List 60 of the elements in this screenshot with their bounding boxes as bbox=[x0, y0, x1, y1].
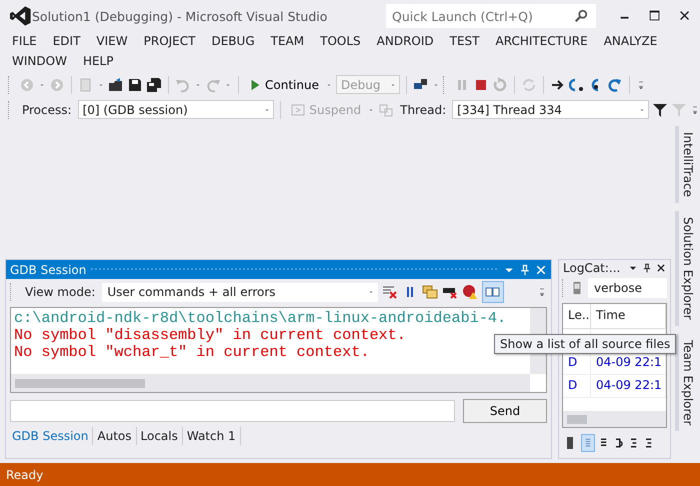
close-icon[interactable] bbox=[678, 9, 692, 23]
thread-label: Thread: bbox=[399, 102, 448, 116]
menu-item[interactable]: TEST bbox=[442, 32, 488, 50]
status-text: Ready bbox=[6, 468, 44, 482]
continue-button[interactable]: Continue bbox=[245, 76, 322, 94]
view-mode-dropdown[interactable]: User commands + all errors bbox=[102, 282, 378, 302]
side-tab[interactable]: IntelliTrace bbox=[675, 126, 697, 204]
output-line: No symbol "wchar_t" in current context. bbox=[14, 344, 370, 361]
save-icon[interactable] bbox=[127, 76, 143, 92]
save-all-icon[interactable] bbox=[146, 76, 162, 92]
open-folder-icon[interactable] bbox=[108, 76, 124, 92]
menu-item[interactable]: TEAM bbox=[262, 32, 312, 50]
column-header[interactable]: Time bbox=[591, 304, 666, 328]
column-header[interactable]: Le... bbox=[563, 304, 591, 328]
close-icon[interactable] bbox=[656, 262, 666, 274]
process-dropdown[interactable]: [0] (GDB session) bbox=[78, 100, 274, 119]
menu-item[interactable]: ARCHITECTURE bbox=[488, 32, 596, 50]
maximize-icon[interactable] bbox=[648, 9, 662, 23]
menu-item[interactable]: WINDOW bbox=[4, 52, 75, 70]
side-tab[interactable]: Solution Explorer bbox=[675, 211, 697, 326]
suspend-icon bbox=[290, 102, 306, 118]
panel-title: LogCat:... bbox=[563, 261, 620, 276]
command-input-field[interactable] bbox=[10, 400, 455, 422]
search-icon[interactable] bbox=[574, 9, 588, 23]
step-out-icon[interactable] bbox=[606, 76, 623, 92]
send-button[interactable]: Send bbox=[463, 399, 547, 423]
output-line: c:\android-ndk-r8d\toolchains\arm-linux-androideabi-4. bbox=[14, 310, 508, 327]
horizontal-scrollbar[interactable] bbox=[11, 374, 530, 392]
menu-item[interactable]: HELP bbox=[74, 52, 122, 70]
menu-item[interactable]: ANDROID bbox=[368, 32, 442, 50]
menu-item[interactable]: PROJECT bbox=[136, 32, 204, 50]
panel-tab[interactable]: GDB Session bbox=[8, 427, 94, 445]
panel-tab[interactable]: Autos bbox=[93, 427, 136, 445]
pin-icon[interactable] bbox=[642, 262, 652, 274]
horizontal-scrollbar[interactable] bbox=[563, 411, 666, 427]
panel-title: GDB Session bbox=[10, 262, 86, 276]
menu-item[interactable]: DEBUG bbox=[203, 32, 263, 50]
filter-icon[interactable] bbox=[652, 102, 668, 118]
process-label: Process: bbox=[20, 102, 73, 116]
clear-output-icon[interactable] bbox=[382, 284, 398, 300]
menu-item[interactable]: VIEW bbox=[88, 32, 136, 50]
thread-dropdown[interactable]: [334] Thread 334 bbox=[452, 100, 649, 119]
menu-item[interactable]: TOOLS bbox=[312, 32, 369, 50]
log-level-filter[interactable]: verbose bbox=[588, 278, 667, 298]
step-into-icon[interactable] bbox=[568, 76, 585, 92]
menu-item[interactable]: EDIT bbox=[44, 32, 88, 50]
view-mode-label: View mode: bbox=[24, 285, 96, 299]
quick-launch-field[interactable]: Quick Launch (Ctrl+Q) bbox=[386, 4, 596, 28]
menu-item[interactable]: ANALYZE bbox=[596, 32, 666, 50]
panel-tab[interactable]: Watch 1 bbox=[182, 427, 241, 445]
breakpoint-warning-icon[interactable] bbox=[462, 284, 478, 300]
visual-studio-logo-icon bbox=[10, 5, 32, 27]
table-cell: D bbox=[563, 375, 591, 398]
panel-tab[interactable]: Locals bbox=[136, 427, 183, 445]
tooltip: Show a list of all source files bbox=[494, 334, 676, 354]
restart-icon[interactable] bbox=[492, 76, 508, 92]
window-title: Solution1 (Debugging) - Microsoft Visual Studio bbox=[32, 8, 328, 24]
table-cell: 04-09 22:1 bbox=[591, 375, 666, 398]
source-files-button[interactable] bbox=[482, 281, 504, 303]
menu-item[interactable]: FILE bbox=[4, 32, 45, 50]
